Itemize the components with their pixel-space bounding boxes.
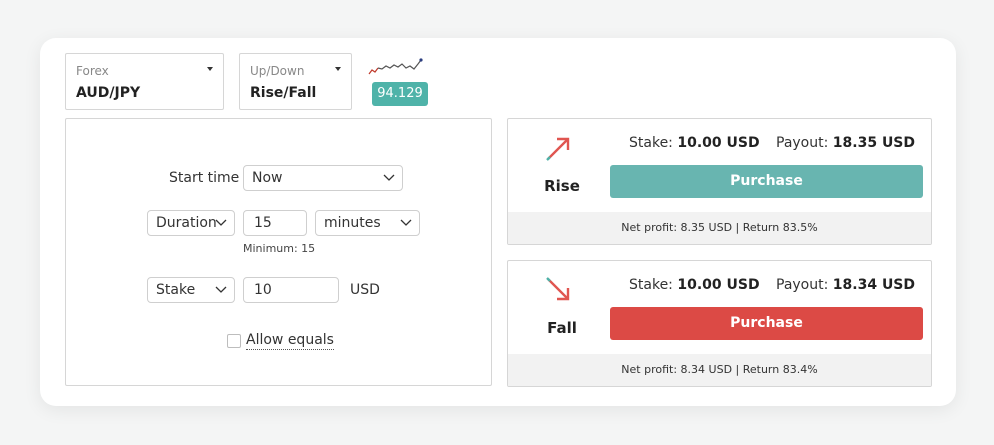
duration-input[interactable]: 15 <box>243 210 307 236</box>
fall-payout-text: Payout: 18.34 USD <box>776 277 916 293</box>
arrow-up-right-icon <box>546 137 570 161</box>
stake-value: 10 <box>254 282 272 298</box>
rise-net-profit: Net profit: 8.35 USD | Return 83.5% <box>508 212 931 244</box>
trade-type-dropdown[interactable]: Up/Down Rise/Fall <box>239 53 352 110</box>
rise-contract-box: Rise Stake: 10.00 USD Payout: 18.35 USD … <box>507 118 932 245</box>
rise-purchase-button[interactable]: Purchase <box>610 165 923 198</box>
chevron-down-icon <box>400 219 412 226</box>
fall-contract-box: Fall Stake: 10.00 USD Payout: 18.34 USD … <box>507 260 932 387</box>
caret-down-icon <box>335 67 341 71</box>
caret-down-icon <box>207 67 213 71</box>
market-value: AUD/JPY <box>76 85 141 101</box>
fall-net-profit: Net profit: 8.34 USD | Return 83.4% <box>508 354 931 386</box>
trade-type-value: Rise/Fall <box>250 85 317 101</box>
chevron-down-icon <box>215 286 227 293</box>
fall-contract-name: Fall <box>547 319 577 337</box>
duration-type-select[interactable]: Duration <box>147 210 235 236</box>
duration-type-value: Duration <box>156 215 217 231</box>
amount-type-select[interactable]: Stake <box>147 277 235 303</box>
allow-equals-checkbox[interactable] <box>227 334 241 348</box>
rise-contract-name: Rise <box>544 177 580 195</box>
duration-value: 15 <box>254 215 272 231</box>
stake-input[interactable]: 10 <box>243 277 339 303</box>
trade-type-label: Up/Down <box>250 64 305 78</box>
fall-purchase-button[interactable]: Purchase <box>610 307 923 340</box>
market-dropdown[interactable]: Forex AUD/JPY <box>65 53 224 110</box>
price-sparkline-icon <box>368 58 423 75</box>
rise-payout-text: Payout: 18.35 USD <box>776 135 916 151</box>
spot-price-badge: 94.129 <box>372 82 428 106</box>
chevron-down-icon <box>383 174 395 181</box>
start-time-select[interactable]: Now <box>243 165 403 191</box>
market-label: Forex <box>76 64 109 78</box>
rise-stake-text: Stake: 10.00 USD <box>629 135 760 151</box>
start-time-label: Start time <box>169 170 240 186</box>
chevron-down-icon <box>215 219 227 226</box>
duration-unit-select[interactable]: minutes <box>315 210 420 236</box>
amount-type-value: Stake <box>156 282 196 298</box>
arrow-down-right-icon <box>546 277 570 301</box>
fall-stake-text: Stake: 10.00 USD <box>629 277 760 293</box>
duration-minimum-note: Minimum: 15 <box>243 242 316 255</box>
duration-unit-value: minutes <box>324 215 381 231</box>
start-time-value: Now <box>252 170 283 186</box>
currency-label: USD <box>350 282 380 298</box>
allow-equals-label[interactable]: Allow equals <box>246 332 334 350</box>
